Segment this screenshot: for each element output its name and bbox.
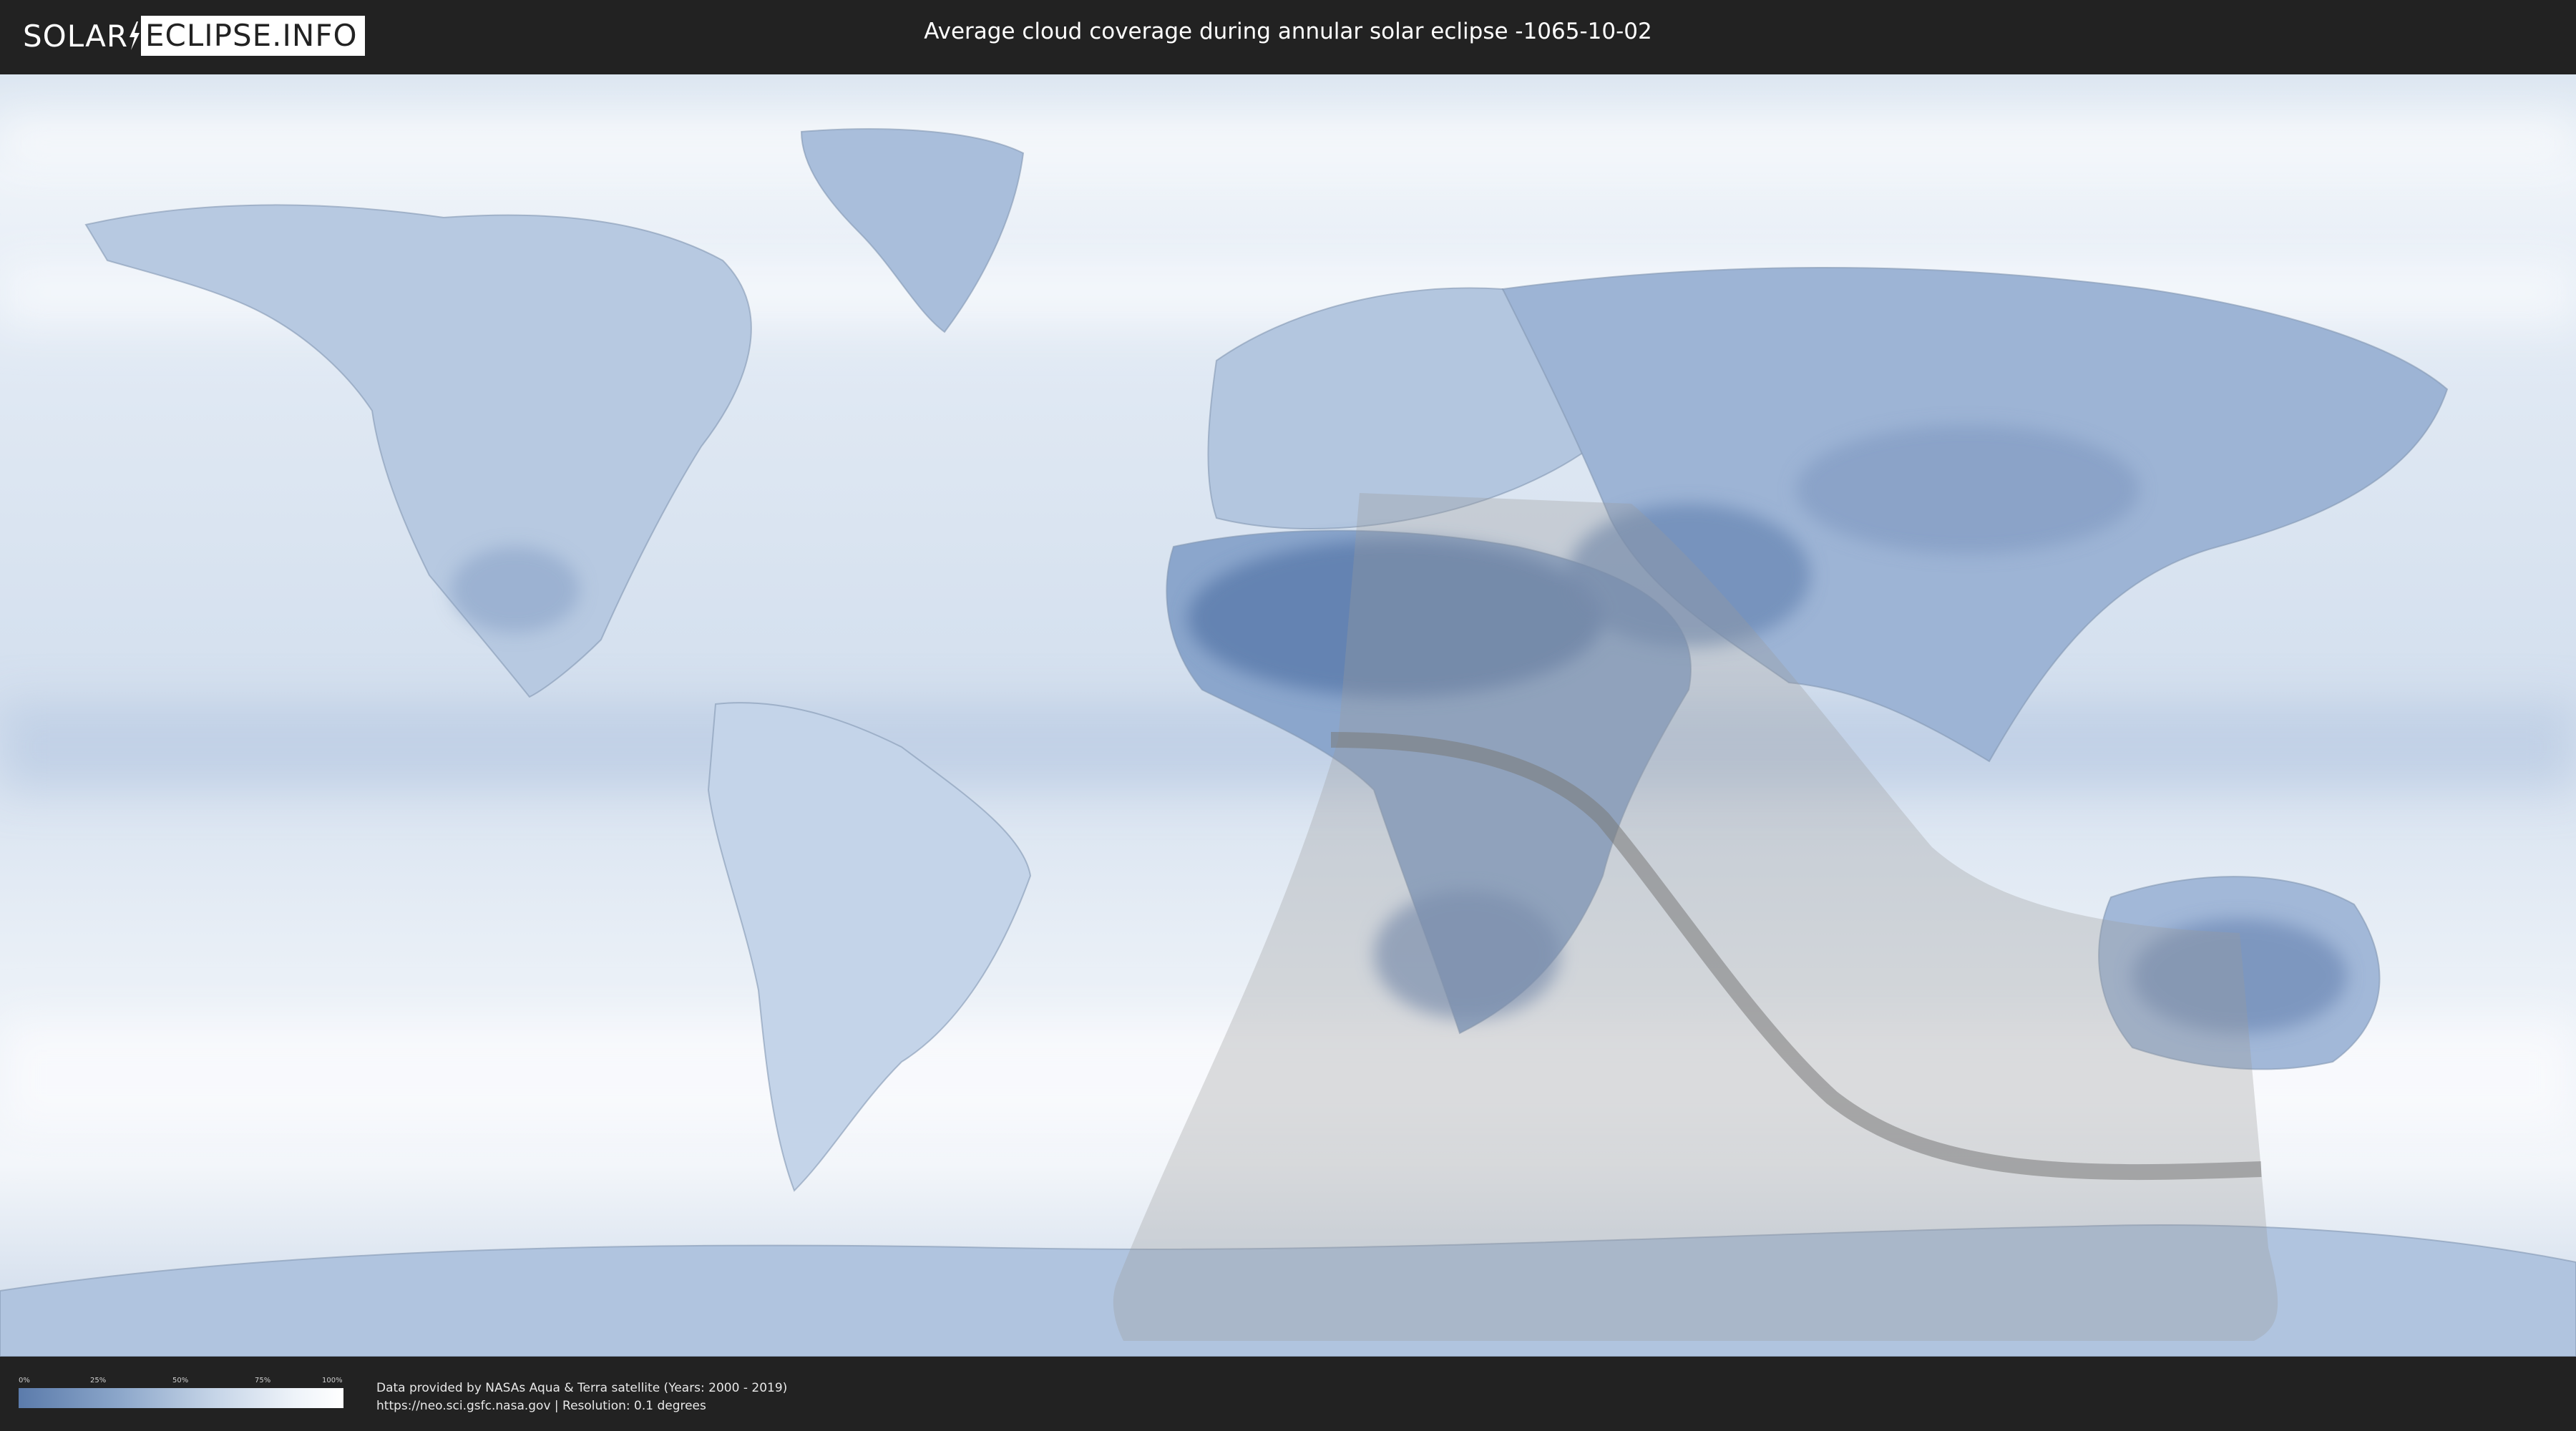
cloud-coverage-map[interactable]	[0, 74, 2576, 1357]
legend-tick-0: 0%	[19, 1377, 30, 1384]
credit-line-url[interactable]: https://neo.sci.gsfc.nasa.gov | Resoluti…	[376, 1397, 787, 1415]
legend-tick-100: 100%	[322, 1377, 343, 1384]
page-title: Average cloud coverage during annular so…	[924, 19, 1652, 44]
cloud-coverage-legend: 0% 25% 50% 75% 100%	[19, 1377, 343, 1408]
credit-line-source: Data provided by NASAs Aqua & Terra sate…	[376, 1381, 788, 1395]
legend-tick-25: 25%	[90, 1377, 107, 1384]
header-bar: SOLAR ECLIPSE.INFO Average cloud coverag…	[0, 0, 2576, 72]
map-container	[0, 74, 2576, 1357]
legend-ticks: 0% 25% 50% 75% 100%	[19, 1377, 343, 1387]
data-credits: Data provided by NASAs Aqua & Terra sate…	[376, 1379, 787, 1415]
legend-tick-50: 50%	[172, 1377, 189, 1384]
legend-color-bar	[19, 1388, 343, 1408]
legend-tick-75: 75%	[255, 1377, 271, 1384]
